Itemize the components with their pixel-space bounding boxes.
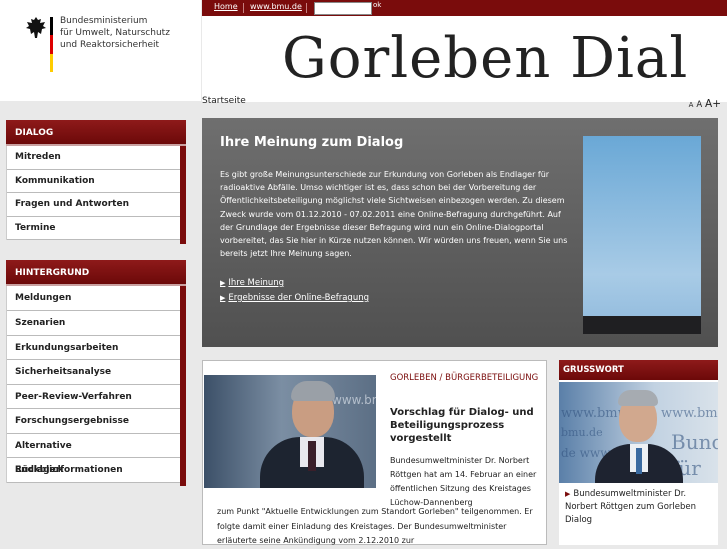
german-flag-stripe	[50, 17, 53, 72]
grusswort-heading: GRUSSWORT	[559, 360, 718, 380]
hero-text: Es gibt große Meinungsunterschiede zur E…	[220, 170, 568, 259]
flag-stripe-gold	[50, 53, 53, 72]
hero-photo-sky-crowd	[583, 136, 701, 334]
photo-hair	[291, 381, 335, 401]
nav-heading-dialog: DIALOG	[6, 120, 186, 146]
nav-item-alternative-endlagerformationen[interactable]: Alternative Endlagerformationen	[7, 434, 182, 475]
nav-rail	[180, 146, 186, 244]
font-size-small-button[interactable]: A	[689, 101, 694, 109]
image-watermark: www.bmu	[561, 406, 626, 421]
separator	[243, 3, 244, 13]
banner: Gorleben Dial	[202, 16, 727, 102]
nav-item-peer-review-verfahren[interactable]: Peer-Review-Verfahren	[7, 385, 182, 409]
ministry-line: Bundesministerium	[60, 16, 148, 26]
link-ergebnisse-online-befragung[interactable]: ▶ Ergebnisse der Online-Befragung	[220, 293, 369, 303]
dialog-navigation: DIALOG Mitreden Kommunikation Fragen und…	[6, 120, 186, 244]
nav-item-sicherheitsanalyse[interactable]: Sicherheitsanalyse	[7, 360, 182, 385]
flag-stripe-red	[50, 35, 53, 54]
image-watermark: www.bmu	[661, 406, 718, 421]
link-ihre-meinung[interactable]: ▶ Ihre Meinung	[220, 278, 284, 288]
arrow-right-icon: ▶	[565, 490, 571, 498]
site-title: Gorleben Dial	[282, 26, 689, 91]
photo-tie	[308, 441, 316, 471]
hero-panel: Ihre Meinung zum Dialog Es gibt große Me…	[202, 118, 718, 347]
nav-heading-hintergrund: HINTERGRUND	[6, 260, 186, 286]
arrow-right-icon: ▶	[220, 279, 226, 287]
federal-eagle-icon	[26, 17, 46, 38]
grusswort-box: GRUSSWORT www.bmu www.bmu bmu.de de www …	[559, 360, 718, 545]
image-watermark: www.bm	[332, 393, 376, 407]
search-ok-button[interactable]: ok	[373, 1, 381, 9]
grusswort-link-label: Bundesumweltminister Dr. Norbert Röttgen…	[565, 489, 697, 525]
grusswort-link[interactable]: ▶ Bundesumweltminister Dr. Norbert Röttge…	[565, 488, 715, 527]
image-watermark: bmu.de	[561, 426, 603, 439]
link-label: Ergebnisse der Online-Befragung	[228, 293, 369, 303]
font-size-controls: A A A+	[689, 98, 721, 110]
hero-title: Ihre Meinung zum Dialog	[220, 135, 404, 150]
nav-list: Meldungen Szenarien Erkundungsarbeiten S…	[6, 286, 186, 486]
nav-item-kommunikation[interactable]: Kommunikation	[7, 170, 182, 193]
nav-item-fragen-und-antworten[interactable]: Fragen und Antworten	[7, 193, 182, 217]
ministry-line: und Reaktorsicherheit	[60, 40, 160, 50]
breadcrumb-startseite[interactable]: Startseite	[202, 96, 246, 106]
font-size-large-button[interactable]: A+	[705, 98, 721, 110]
article-title[interactable]: Vorschlag für Dialog- und Beteiligungspr…	[390, 406, 540, 445]
image-watermark: Bund	[671, 430, 718, 454]
crowd-silhouette	[583, 316, 701, 334]
nav-item-meldungen[interactable]: Meldungen	[7, 286, 182, 311]
grusswort-photo-minister[interactable]: www.bmu www.bmu bmu.de de www Bund für U	[559, 382, 718, 483]
news-article-teaser: www.bm GORLEBEN / BÜRGERBETEILIGUNG Vors…	[202, 360, 547, 545]
flag-stripe-black	[50, 17, 53, 36]
search-input[interactable]	[314, 2, 372, 15]
photo-hair	[618, 390, 658, 406]
ministry-line: für Umwelt, Naturschutz	[60, 28, 170, 38]
font-size-medium-button[interactable]: A	[696, 100, 702, 110]
nav-item-szenarien[interactable]: Szenarien	[7, 311, 182, 336]
article-kicker: GORLEBEN / BÜRGERBETEILIGUNG	[390, 373, 539, 383]
hintergrund-navigation: HINTERGRUND Meldungen Szenarien Erkundun…	[6, 260, 186, 486]
article-photo-minister[interactable]: www.bm	[204, 375, 376, 488]
nav-rail	[180, 286, 186, 486]
arrow-right-icon: ▶	[220, 294, 226, 302]
article-text-continued: zum Punkt "Aktuelle Entwicklungen zum St…	[217, 507, 533, 545]
nav-item-erkundungsarbeiten[interactable]: Erkundungsarbeiten	[7, 336, 182, 360]
logo-area[interactable]: Bundesministerium für Umwelt, Naturschut…	[0, 0, 201, 101]
home-link[interactable]: Home	[214, 2, 238, 11]
nav-item-mitreden[interactable]: Mitreden	[7, 146, 182, 170]
nav-item-forschungsergebnisse[interactable]: Forschungsergebnisse	[7, 409, 182, 434]
article-text: Bundesumweltminister Dr. Norbert Röttgen…	[390, 456, 537, 507]
photo-tie	[636, 448, 642, 474]
separator	[306, 3, 307, 13]
nav-list: Mitreden Kommunikation Fragen und Antwor…	[6, 146, 186, 244]
top-navigation-bar: Home www.bmu.de ok	[202, 0, 727, 16]
ministry-name: Bundesministerium für Umwelt, Naturschut…	[60, 15, 200, 51]
link-label: Ihre Meinung	[228, 278, 285, 288]
bmu-website-link[interactable]: www.bmu.de	[250, 2, 302, 11]
nav-item-termine[interactable]: Termine	[7, 217, 182, 240]
breadcrumb-row: Startseite A A A+	[202, 95, 727, 117]
